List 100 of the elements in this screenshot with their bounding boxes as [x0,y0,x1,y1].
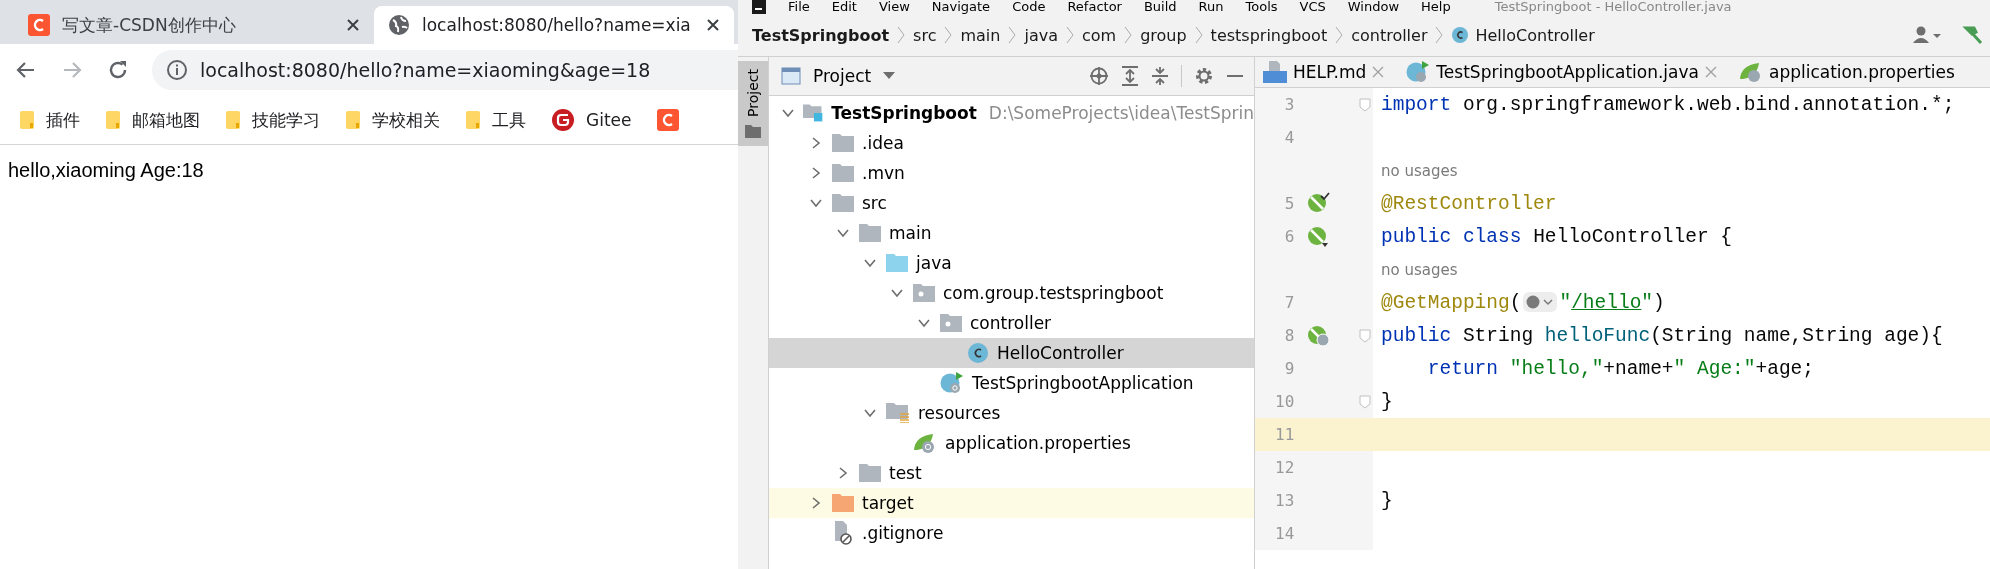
tree-item[interactable]: TestSpringbootApplication [769,368,1254,398]
bookmark[interactable]: 插件 [20,108,80,132]
folder-icon [886,254,908,272]
tree-item[interactable]: controller [769,308,1254,338]
line-number: 8 [1283,326,1295,345]
folder-icon [20,111,34,129]
tree-item[interactable]: target [769,488,1254,518]
chevron-icon [1065,25,1074,45]
tree-item[interactable]: test [769,458,1254,488]
line-number: 5 [1283,194,1295,213]
panel-icon [781,67,801,85]
menu-item[interactable]: Navigate [931,0,991,14]
usages-hint[interactable]: no usages [1381,260,1458,279]
bookmark[interactable]: 学校相关 [346,108,440,132]
line-number: 6 [1283,227,1295,246]
class-icon [940,371,964,395]
hammer-icon[interactable] [1962,24,1984,46]
breadcrumb[interactable]: com [1081,25,1117,45]
chevron-icon [1194,25,1203,45]
menu-item[interactable]: Tools [1245,0,1278,14]
bookmark[interactable]: 邮箱地图 [106,108,200,132]
breadcrumb[interactable]: testspringboot [1210,25,1328,45]
tree-item[interactable]: com.group.testspringboot [769,278,1254,308]
user-icon[interactable] [1912,25,1942,45]
breadcrumb[interactable]: java [1024,25,1058,45]
leaf-gear-icon [1738,61,1763,83]
close-icon[interactable] [346,18,360,32]
tree-item[interactable]: resources [769,398,1254,428]
code-line: return "hello,"+name+" Age:"+age; [1426,357,1814,380]
folder-icon [859,224,881,242]
folder-icon [226,111,240,129]
menu-item[interactable]: Build [1143,0,1177,14]
browser-tab[interactable]: 写文章-CSDN创作中心 [14,6,374,44]
bookmark[interactable]: Gitee [552,109,632,131]
tree-item[interactable]: .mvn [769,158,1254,188]
bookmark[interactable]: 技能学习 [226,108,320,132]
module-folder-icon [803,103,824,123]
line-number: 3 [1283,95,1295,114]
line-number: 10 [1274,392,1295,411]
class-icon [967,342,989,364]
chevron-icon [897,25,906,45]
chevron-icon [1435,25,1444,45]
breadcrumb[interactable]: src [913,25,937,45]
line-number: 7 [1283,293,1295,312]
menu-item[interactable]: Code [1012,0,1046,14]
c-logo-icon [28,14,50,36]
menu-item[interactable]: VCS [1299,0,1326,14]
package-folder-icon [940,314,962,332]
breadcrumb[interactable]: group [1140,25,1187,45]
folder-icon [859,464,881,482]
breadcrumb[interactable]: TestSpringboot [752,25,890,45]
page-text: hello,xiaoming Age:18 [7,158,205,183]
browser-tab[interactable]: localhost:8080/hello?name=xia [374,6,734,44]
globe-icon[interactable] [1523,292,1558,313]
menu-item[interactable]: Edit [831,0,857,14]
tree-item[interactable]: .gitignore [769,518,1254,548]
tree-item[interactable]: main [769,218,1254,248]
info-icon[interactable] [166,59,188,81]
menu-item[interactable]: View [878,0,910,14]
close-icon[interactable] [706,18,720,32]
breadcrumb[interactable]: main [960,25,1001,45]
app-logo-icon [752,0,766,14]
file-icon [832,521,854,545]
tree-item[interactable]: HelloController [769,338,1254,368]
c-logo-icon [657,109,680,131]
bean-globe-icon[interactable] [1306,323,1331,348]
caret-icon[interactable] [883,72,896,80]
editor-tab[interactable]: TestSpringbootApplication.java [1406,60,1717,84]
tree-item[interactable]: src [769,188,1254,218]
class-icon [1451,26,1470,44]
collapse-all-icon[interactable] [1151,66,1169,86]
tree-item[interactable]: java [769,248,1254,278]
side-tab[interactable]: Project [738,61,768,146]
breadcrumb[interactable]: HelloController [1451,25,1595,45]
code-line: public class HelloController { [1381,225,1733,248]
menu-item[interactable]: Run [1198,0,1224,14]
line-number: 9 [1283,359,1295,378]
bookmark[interactable]: 工具 [466,108,526,132]
panel-title[interactable]: Project [813,66,872,86]
editor-tab[interactable]: HELP.md [1263,61,1385,83]
expand-all-icon[interactable] [1121,66,1139,86]
tree-item[interactable]: application.properties [769,428,1254,458]
line-number: 11 [1274,425,1295,444]
menu-item[interactable]: Refactor [1067,0,1122,14]
usages-hint[interactable]: no usages [1381,161,1458,180]
folder-icon [466,111,480,129]
menu-item[interactable]: File [788,0,810,14]
tree-item[interactable]: TestSpringboot D:\SomeProjects\idea\TestSprin [769,98,1254,128]
menu-item[interactable]: Help [1421,0,1451,14]
settings-icon[interactable] [1194,66,1214,86]
line-number: 4 [1283,128,1295,147]
tree-item[interactable]: .idea [769,128,1254,158]
bookmark[interactable] [657,109,680,131]
menu-item[interactable]: Window [1347,0,1400,14]
editor-tab[interactable]: application.properties [1738,61,1955,83]
target-icon[interactable] [1089,66,1109,86]
code-line: import org.springframework.web.bind.annotation.*; [1381,93,1955,116]
address-bar[interactable]: localhost:8080/hello?name=xiaoming&age=18 [152,50,738,90]
line-number: 13 [1274,491,1295,510]
breadcrumb[interactable]: controller [1351,25,1428,45]
